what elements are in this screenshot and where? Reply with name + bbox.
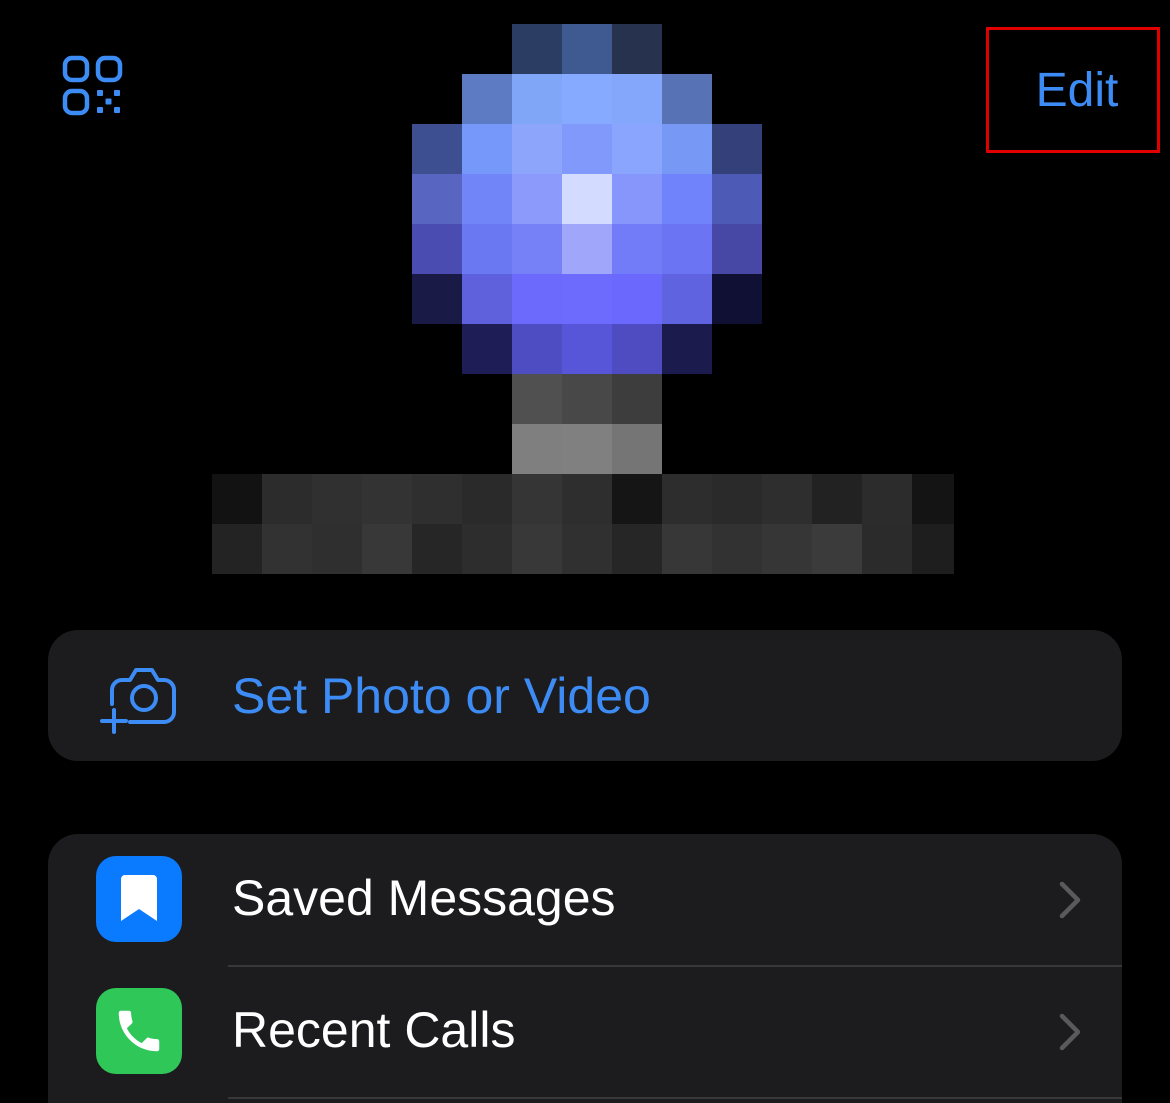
set-photo-label: Set Photo or Video bbox=[232, 668, 651, 724]
recent-calls-row[interactable]: Recent Calls bbox=[48, 966, 1122, 1097]
row-separator bbox=[228, 1097, 1122, 1099]
profile-avatar bbox=[212, 24, 954, 574]
phone-icon bbox=[96, 988, 182, 1074]
recent-calls-label: Recent Calls bbox=[232, 1002, 516, 1058]
saved-messages-row[interactable]: Saved Messages bbox=[48, 834, 1122, 965]
camera-add-icon bbox=[100, 668, 176, 734]
bookmark-icon bbox=[96, 856, 182, 942]
chevron-right-icon bbox=[1059, 881, 1081, 919]
chevron-right-icon bbox=[1059, 1013, 1081, 1051]
saved-messages-label: Saved Messages bbox=[232, 870, 616, 926]
